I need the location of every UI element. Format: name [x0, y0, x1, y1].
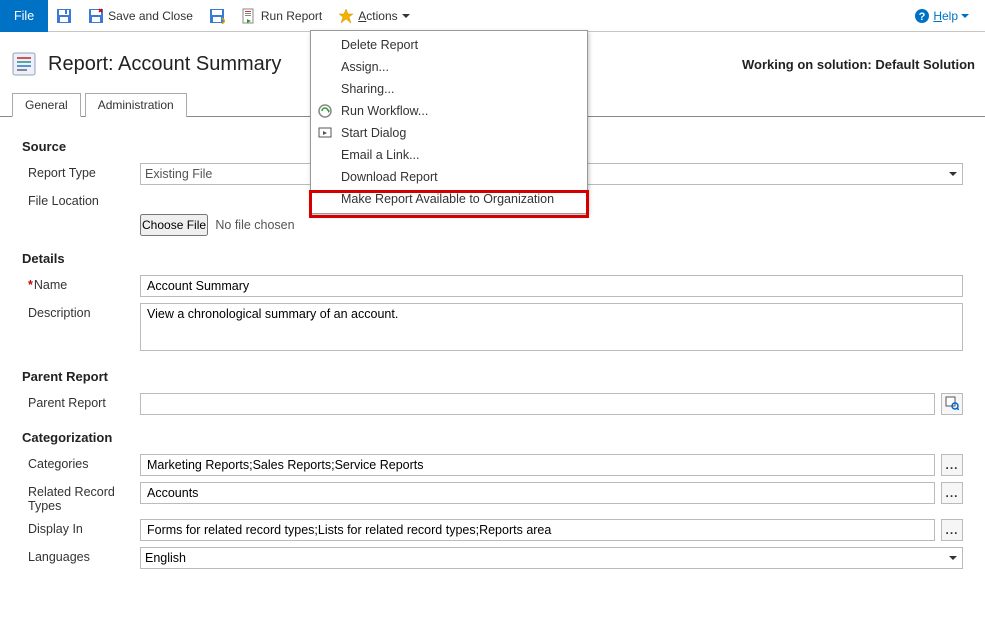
description-input[interactable]: View a chronological summary of an accou…	[140, 303, 963, 351]
report-entity-icon	[10, 50, 38, 78]
label-languages: Languages	[22, 547, 140, 564]
section-details: Details	[22, 239, 963, 272]
page-title: Report: Account Summary	[48, 53, 281, 76]
workflow-icon	[317, 103, 333, 119]
ellipsis-icon: ...	[945, 523, 958, 537]
save-close-icon	[88, 8, 104, 24]
ellipsis-icon: ...	[945, 486, 958, 500]
dropdown-caret-icon	[961, 14, 969, 18]
svg-text:?: ?	[919, 11, 926, 23]
label-description: Description	[22, 303, 140, 320]
required-star-icon: *	[28, 278, 33, 292]
related-record-types-input[interactable]	[140, 482, 935, 504]
label-related-record-types: Related Record Types	[22, 482, 140, 513]
categories-ellipsis-button[interactable]: ...	[941, 454, 963, 476]
menu-run-workflow[interactable]: Run Workflow...	[311, 100, 587, 122]
display-in-ellipsis-button[interactable]: ...	[941, 519, 963, 541]
section-parent-report: Parent Report	[22, 357, 963, 390]
actions-label: Actions	[358, 9, 397, 23]
menu-delete-report[interactable]: Delete Report	[311, 34, 587, 56]
tab-administration[interactable]: Administration	[85, 93, 187, 117]
save-icon	[56, 8, 72, 24]
actions-menu-button[interactable]: Actions	[330, 0, 417, 32]
run-report-label: Run Report	[261, 9, 322, 23]
file-menu-button[interactable]: File	[0, 0, 48, 32]
save-and-close-button[interactable]: Save and Close	[80, 0, 201, 32]
label-display-in: Display In	[22, 519, 140, 536]
run-report-button[interactable]: Run Report	[233, 0, 330, 32]
tab-general[interactable]: General	[12, 93, 81, 117]
label-file-location: File Location	[22, 191, 140, 208]
label-categories: Categories	[22, 454, 140, 471]
chevron-down-icon	[949, 172, 957, 176]
solution-context-label: Working on solution: Default Solution	[742, 57, 975, 72]
display-in-input[interactable]	[140, 519, 935, 541]
dialog-icon	[317, 125, 333, 141]
related-record-types-ellipsis-button[interactable]: ...	[941, 482, 963, 504]
help-button[interactable]: ? Help	[908, 8, 975, 24]
command-bar: File Save and Close Run Report Actions ?	[0, 0, 985, 32]
dropdown-caret-icon	[402, 14, 410, 18]
actions-icon	[338, 8, 354, 24]
lookup-icon	[945, 396, 959, 413]
save-as-icon	[209, 8, 225, 24]
parent-report-input[interactable]	[140, 393, 935, 415]
run-report-icon	[241, 8, 257, 24]
save-and-close-label: Save and Close	[108, 9, 193, 23]
name-input[interactable]	[140, 275, 963, 297]
menu-assign[interactable]: Assign...	[311, 56, 587, 78]
choose-file-button[interactable]: Choose File	[140, 214, 208, 236]
actions-dropdown-menu: Delete Report Assign... Sharing... Run W…	[310, 30, 588, 214]
save-as-button[interactable]	[201, 0, 233, 32]
help-label: Help	[933, 9, 958, 23]
label-parent-report: Parent Report	[22, 393, 140, 410]
parent-report-lookup-button[interactable]	[941, 393, 963, 415]
ellipsis-icon: ...	[945, 458, 958, 472]
help-icon: ?	[914, 8, 930, 24]
menu-make-available-org[interactable]: Make Report Available to Organization	[311, 188, 587, 210]
categories-input[interactable]	[140, 454, 935, 476]
menu-email-link[interactable]: Email a Link...	[311, 144, 587, 166]
label-report-type: Report Type	[22, 163, 140, 180]
menu-start-dialog[interactable]: Start Dialog	[311, 122, 587, 144]
menu-download-report[interactable]: Download Report	[311, 166, 587, 188]
languages-select[interactable]	[140, 547, 963, 569]
file-chosen-status: No file chosen	[211, 218, 294, 232]
label-name: *Name	[22, 275, 140, 292]
section-categorization: Categorization	[22, 418, 963, 451]
chevron-down-icon	[949, 556, 957, 560]
save-button[interactable]	[48, 0, 80, 32]
menu-sharing[interactable]: Sharing...	[311, 78, 587, 100]
